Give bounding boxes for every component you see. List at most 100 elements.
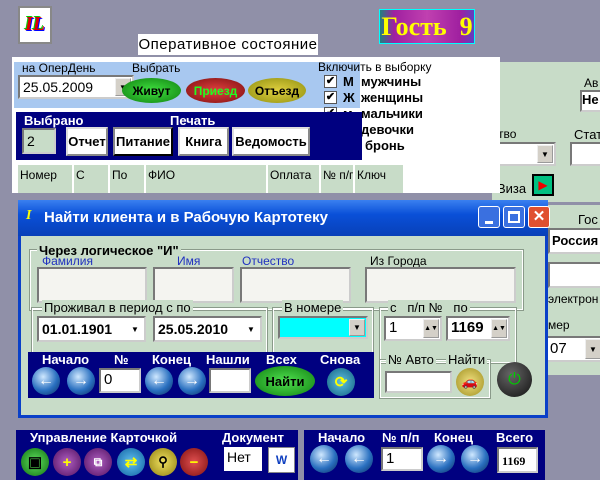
document-label: Документ bbox=[222, 430, 284, 445]
spinner-arrows-icon[interactable]: ▲▼ bbox=[423, 319, 439, 338]
check-icon: ✔ bbox=[324, 75, 337, 88]
include-men-checkbox[interactable]: ✔ Ммужчины bbox=[324, 74, 421, 89]
transfer-icon[interactable]: ⇄ bbox=[117, 448, 145, 476]
document-field: Нет bbox=[224, 447, 262, 471]
bg-blank-field[interactable] bbox=[548, 262, 600, 288]
include-women-checkbox[interactable]: ✔ Жженщины bbox=[324, 90, 423, 105]
chevron-down-icon[interactable]: ▼ bbox=[537, 145, 553, 163]
bg-russia-field[interactable]: Россия bbox=[548, 228, 600, 254]
bg-electron-label: электрон bbox=[548, 292, 599, 306]
power-icon[interactable]: ⏻ bbox=[497, 362, 532, 397]
column-header-number[interactable]: № п/п bbox=[321, 165, 355, 193]
date-to-value: 25.05.2010 bbox=[158, 321, 229, 337]
copy-icon[interactable]: ⧉ bbox=[84, 448, 112, 476]
spinner-arrows-icon[interactable]: ▲▼ bbox=[491, 319, 507, 338]
column-header-to[interactable]: По bbox=[110, 165, 146, 193]
book-button[interactable]: Книга bbox=[178, 127, 229, 156]
bottom-first-button[interactable]: ← bbox=[310, 445, 338, 473]
prev-record-button[interactable]: → bbox=[67, 367, 95, 395]
delete-icon[interactable]: − bbox=[180, 448, 208, 476]
word-document-icon[interactable]: W bbox=[268, 447, 295, 473]
arrive-button[interactable]: Приезд bbox=[186, 78, 245, 103]
range-from-spinner[interactable]: 1 ▲▼ bbox=[384, 316, 442, 341]
nav-num-label: № bbox=[114, 352, 129, 367]
first-record-button[interactable]: ← bbox=[32, 367, 60, 395]
column-header-key[interactable]: Ключ bbox=[355, 165, 405, 193]
add-icon[interactable]: + bbox=[53, 448, 81, 476]
sheet-button[interactable]: Ведомость bbox=[232, 127, 310, 156]
selected-label: Выбрано bbox=[24, 113, 84, 128]
column-header-room[interactable]: Номер bbox=[18, 165, 74, 193]
bottom-num-label: № п/п bbox=[382, 430, 420, 445]
date-to-combo[interactable]: 25.05.2010 ▼ bbox=[153, 316, 262, 342]
bg-viza-label: Виза bbox=[497, 181, 527, 196]
brand-banner: Гость 9 bbox=[379, 9, 475, 44]
report-button[interactable]: Отчет bbox=[66, 127, 108, 156]
dialog-title-bar[interactable]: I Найти клиента и в Рабочую Картотеку ✕ bbox=[18, 200, 550, 236]
chevron-down-icon[interactable]: ▼ bbox=[127, 319, 143, 339]
bg-ne-field[interactable]: Не bbox=[580, 90, 600, 112]
name-input[interactable] bbox=[153, 267, 234, 303]
range-to-spinner[interactable]: 1169 ▲▼ bbox=[446, 316, 510, 341]
refresh-icon[interactable]: ⟳ bbox=[327, 368, 355, 396]
binoculars-icon[interactable]: ⚲ bbox=[149, 448, 177, 476]
live-button[interactable]: Живут bbox=[122, 78, 181, 103]
close-button[interactable]: ✕ bbox=[528, 206, 550, 228]
maximize-icon bbox=[508, 211, 520, 223]
bg-av-label: Ав bbox=[584, 76, 599, 90]
last-record-button[interactable]: → bbox=[178, 367, 206, 395]
room-label: В номере bbox=[282, 300, 344, 315]
bottom-prev-button[interactable]: ← bbox=[345, 445, 373, 473]
brand-number: 9 bbox=[459, 11, 473, 41]
bottom-start-label: Начало bbox=[318, 430, 366, 445]
bg-stvo-combo[interactable]: ▼ bbox=[496, 142, 556, 166]
nav-found-input[interactable] bbox=[209, 368, 251, 393]
bg-russia-value: Россия bbox=[552, 233, 599, 248]
page-title: Оперативное состояние bbox=[138, 34, 318, 55]
city-input[interactable] bbox=[365, 267, 516, 303]
food-button[interactable]: Питание bbox=[113, 127, 173, 156]
bottom-num-input[interactable]: 1 bbox=[381, 447, 423, 471]
check-icon: ✔ bbox=[324, 91, 337, 104]
date-from-combo[interactable]: 01.01.1901 ▼ bbox=[37, 316, 146, 342]
auto-number-input[interactable] bbox=[385, 371, 452, 393]
patronymic-input[interactable] bbox=[240, 267, 351, 303]
car-search-icon[interactable]: 🚗 bbox=[456, 368, 484, 396]
nav-start-label: Начало bbox=[42, 352, 90, 367]
nav-num-input[interactable]: 0 bbox=[99, 368, 141, 393]
bg-stat-field[interactable] bbox=[570, 142, 600, 166]
maximize-button[interactable] bbox=[503, 206, 525, 228]
column-header-name[interactable]: ФИО bbox=[146, 165, 268, 193]
bottom-next-button[interactable]: → bbox=[427, 445, 455, 473]
bottom-total-field: 1169 bbox=[497, 447, 538, 473]
range-label: с п/п № по bbox=[388, 300, 470, 315]
save-icon[interactable]: ▣ bbox=[21, 448, 49, 476]
table-header: Номер С По ФИО Оплата № п/п Ключ bbox=[18, 165, 423, 193]
depart-button[interactable]: Отъезд bbox=[248, 78, 306, 103]
chevron-down-icon[interactable]: ▼ bbox=[349, 319, 365, 336]
bg-07-combo[interactable]: 07 ▼ bbox=[546, 336, 600, 362]
surname-input[interactable] bbox=[37, 267, 147, 303]
bg-07-value: 07 bbox=[550, 340, 567, 357]
bottom-total-label: Всего bbox=[496, 430, 534, 445]
selected-count: 2 bbox=[22, 128, 56, 154]
room-combo[interactable]: ▼ bbox=[278, 316, 368, 339]
brand-name: Гость bbox=[381, 11, 447, 41]
viza-arrow-button[interactable]: ▶ bbox=[532, 174, 554, 196]
operday-date-combo[interactable]: 25.05.2009▼ bbox=[18, 75, 134, 99]
bg-stat-label: Стат bbox=[574, 127, 600, 142]
chevron-down-icon[interactable]: ▼ bbox=[243, 319, 259, 339]
period-label: Проживал в период с по bbox=[42, 300, 193, 315]
chevron-down-icon[interactable]: ▼ bbox=[585, 339, 600, 359]
date-from-value: 01.01.1901 bbox=[42, 321, 113, 337]
bg-stvo-label: тво bbox=[498, 127, 517, 141]
bottom-end-label: Конец bbox=[434, 430, 473, 445]
bottom-last-button[interactable]: → bbox=[461, 445, 489, 473]
minimize-button[interactable] bbox=[478, 206, 500, 228]
column-header-payment[interactable]: Оплата bbox=[268, 165, 321, 193]
auto-label: № Авто bbox=[386, 352, 436, 367]
find-button[interactable]: Найти bbox=[255, 366, 315, 396]
next-record-button[interactable]: ← bbox=[145, 367, 173, 395]
column-header-from[interactable]: С bbox=[74, 165, 110, 193]
dialog-logo-icon: I bbox=[26, 208, 32, 223]
